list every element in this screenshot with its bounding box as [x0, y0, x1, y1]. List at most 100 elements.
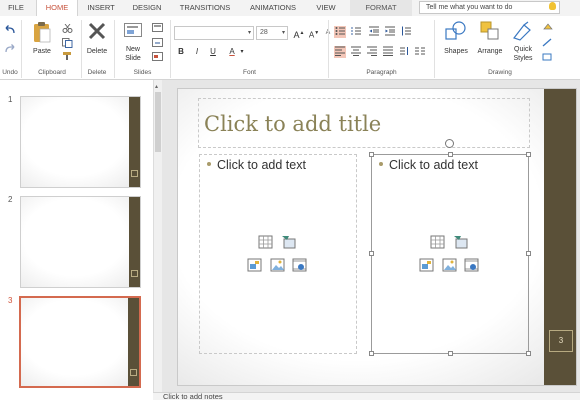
font-name-combo[interactable]: ▾	[174, 26, 254, 40]
insert-smartart-icon[interactable]	[419, 258, 434, 273]
bullets-button[interactable]	[334, 26, 346, 38]
columns-button[interactable]	[414, 46, 426, 58]
shape-outline-icon[interactable]	[542, 38, 554, 47]
tab-insert[interactable]: INSERT	[80, 0, 122, 16]
tab-animations[interactable]: ANIMATIONS	[242, 0, 304, 16]
increase-indent-button[interactable]	[384, 26, 396, 38]
arrange-button[interactable]: Arrange	[474, 47, 506, 56]
tab-transitions[interactable]: TRANSITIONS	[174, 0, 236, 16]
shrink-font-icon[interactable]: A▼	[308, 27, 320, 40]
quick-styles-icon[interactable]	[512, 21, 534, 41]
text-direction-button[interactable]	[398, 46, 410, 58]
tab-file[interactable]: FILE	[0, 0, 32, 16]
bullet-icon	[207, 161, 211, 166]
layout-icon[interactable]	[152, 23, 163, 32]
thumbnail-number-box	[130, 369, 137, 376]
new-slide-icon[interactable]	[124, 21, 144, 39]
italic-button[interactable]: I	[191, 46, 203, 58]
title-placeholder-text: Click to add title	[204, 112, 382, 136]
chevron-down-icon[interactable]: ▾	[236, 46, 248, 58]
slide-thumbnail-3[interactable]	[19, 296, 141, 388]
paste-button[interactable]: Paste	[28, 47, 56, 56]
clipboard-group-label: Clipboard	[38, 69, 66, 76]
arrange-icon[interactable]	[480, 21, 500, 41]
new-slide-label-2: Slide	[125, 55, 141, 62]
insert-chart-icon[interactable]	[453, 235, 468, 250]
align-right-button[interactable]	[366, 46, 378, 58]
resize-handle[interactable]	[369, 251, 374, 256]
font-group-label: Font	[242, 69, 256, 76]
line-spacing-button[interactable]	[400, 26, 412, 38]
text-direction-icon	[400, 47, 408, 55]
ribbon-divider	[434, 20, 435, 78]
format-painter-icon[interactable]	[62, 51, 73, 61]
redo-icon[interactable]	[4, 44, 16, 54]
align-left-icon	[335, 46, 345, 56]
shape-effects-icon[interactable]	[542, 53, 554, 62]
right-placeholder-text: Click to add text	[379, 158, 478, 172]
right-content-placeholder[interactable]	[371, 154, 529, 354]
rotate-handle-icon[interactable]	[445, 139, 454, 148]
bold-button[interactable]: B	[175, 46, 187, 58]
slide-thumbnail-2[interactable]	[20, 196, 141, 288]
resize-handle[interactable]	[448, 152, 453, 157]
resize-handle[interactable]	[448, 351, 453, 356]
justify-button[interactable]	[382, 46, 394, 58]
thumbnail-scrollbar[interactable]: ▴	[153, 80, 162, 400]
insert-table-icon[interactable]	[258, 235, 273, 250]
slide-thumbnail-1[interactable]	[20, 96, 141, 188]
insert-chart-icon[interactable]	[281, 235, 296, 250]
chevron-down-icon: ▾	[281, 30, 285, 36]
notes-placeholder[interactable]: Click to add notes	[163, 392, 223, 400]
shapes-icon[interactable]	[445, 21, 467, 41]
decrease-indent-button[interactable]	[368, 26, 380, 38]
insert-video-icon[interactable]	[292, 258, 307, 273]
scrollbar-thumb[interactable]	[155, 92, 161, 152]
undo-icon[interactable]	[4, 25, 16, 35]
resize-handle[interactable]	[369, 152, 374, 157]
new-slide-label-1: New	[125, 46, 140, 53]
tab-design[interactable]: DESIGN	[126, 0, 168, 16]
shapes-button[interactable]: Shapes	[440, 47, 472, 56]
section-icon[interactable]	[152, 52, 163, 61]
ribbon-divider	[170, 20, 171, 78]
line-spacing-icon	[402, 26, 411, 36]
left-content-placeholder[interactable]	[199, 154, 357, 354]
underline-button[interactable]: U	[207, 46, 219, 58]
tell-me-search-box[interactable]: Tell me what you want to do	[419, 1, 560, 14]
insert-smartart-icon[interactable]	[247, 258, 262, 273]
align-left-button[interactable]	[334, 46, 346, 58]
resize-handle[interactable]	[526, 152, 531, 157]
paste-icon[interactable]	[33, 21, 51, 43]
font-size-combo[interactable]: 28 ▾	[256, 26, 288, 40]
insert-video-icon[interactable]	[464, 258, 479, 273]
slide-number-box: 3	[549, 330, 573, 352]
cut-icon[interactable]	[62, 24, 73, 33]
scroll-up-icon[interactable]: ▴	[155, 83, 158, 90]
thumbnail-number-box	[131, 170, 138, 177]
resize-handle[interactable]	[526, 251, 531, 256]
chevron-down-icon: ▾	[247, 30, 251, 36]
reset-icon[interactable]	[152, 38, 163, 47]
left-placeholder-label: Click to add text	[217, 158, 306, 172]
resize-handle[interactable]	[526, 351, 531, 356]
tab-home[interactable]: HOME	[36, 0, 78, 17]
tab-format[interactable]: FORMAT	[350, 0, 412, 16]
grow-font-icon[interactable]: A▲	[293, 27, 305, 40]
insert-picture-icon[interactable]	[270, 258, 285, 273]
delete-button[interactable]: Delete	[82, 47, 112, 56]
tab-view[interactable]: VIEW	[310, 0, 342, 16]
shape-fill-icon[interactable]	[542, 23, 554, 32]
insert-table-icon[interactable]	[430, 235, 445, 250]
justify-icon	[383, 46, 393, 56]
lightbulb-icon	[549, 2, 556, 10]
new-slide-button[interactable]: New Slide	[118, 45, 148, 63]
delete-icon[interactable]	[87, 21, 107, 41]
slide-number-2: 2	[8, 195, 13, 204]
insert-picture-icon[interactable]	[442, 258, 457, 273]
quick-styles-button[interactable]: Quick Styles	[508, 45, 538, 63]
copy-icon[interactable]	[62, 38, 73, 48]
resize-handle[interactable]	[369, 351, 374, 356]
numbering-button[interactable]	[350, 26, 362, 38]
align-center-button[interactable]	[350, 46, 362, 58]
